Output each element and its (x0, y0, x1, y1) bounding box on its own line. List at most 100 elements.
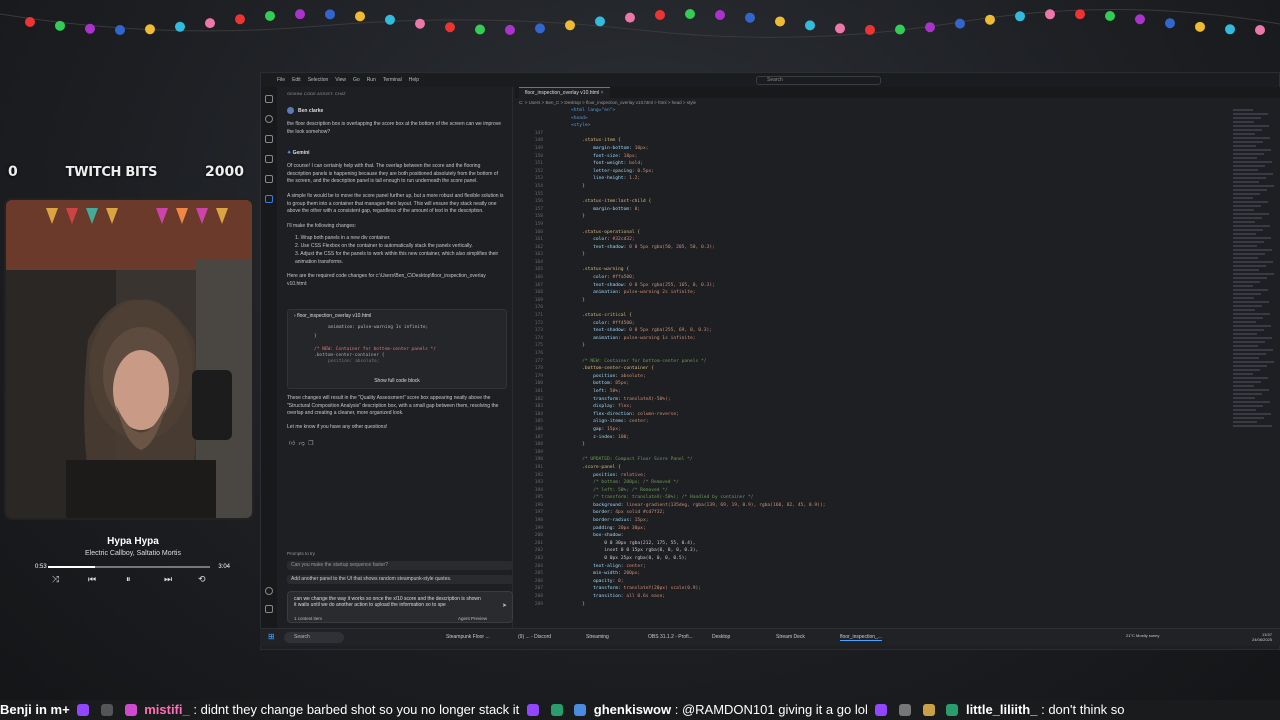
gemini-icon[interactable] (265, 195, 273, 203)
code-line[interactable]: 209 } (515, 601, 1235, 609)
code-line[interactable]: 175 } (515, 342, 1235, 350)
track-progress[interactable] (48, 566, 210, 568)
code-line[interactable]: 188 } (515, 441, 1235, 449)
code-line[interactable]: 172 color: #ff4500; (515, 320, 1235, 328)
code-line[interactable]: 158 } (515, 213, 1235, 221)
breadcrumb[interactable]: C: > Users > Ben_C > Desktop > floor_ins… (519, 100, 696, 105)
code-line[interactable]: 181 left: 50%; (515, 388, 1235, 396)
editor-tab[interactable]: floor_inspection_overlay v10.html × (519, 87, 610, 98)
code-line[interactable]: 160 .status-operational { (515, 229, 1235, 237)
close-icon[interactable]: × (601, 90, 604, 96)
code-line[interactable]: 156 .status-item:last-child { (515, 198, 1235, 206)
show-full-code-button[interactable]: Show full code block (288, 378, 506, 384)
code-line[interactable]: 152 letter-spacing: 0.5px; (515, 168, 1235, 176)
weather-widget[interactable]: 21°C Mostly sunny (1126, 633, 1159, 638)
code-line[interactable]: 177 /* NEW: Container for bottom-center … (515, 358, 1235, 366)
code-line[interactable]: 189 (515, 449, 1235, 457)
code-line[interactable]: 155 (515, 191, 1235, 199)
code-line[interactable]: 167 text-shadow: 0 0 5px rgba(255, 165, … (515, 282, 1235, 290)
context-items[interactable]: 1 context item (294, 616, 322, 621)
code-line[interactable]: 202 inset 0 0 15px rgba(0, 0, 0, 0.3), (515, 547, 1235, 555)
code-line[interactable]: 205 min-width: 200px; (515, 570, 1235, 578)
code-line[interactable]: 159 (515, 221, 1235, 229)
taskbar-app[interactable]: Streaming (586, 634, 609, 640)
code-line[interactable]: 197 border: 4px solid #cd7f32; (515, 509, 1235, 517)
agent-mode-toggle[interactable]: Agent Preview (458, 616, 487, 621)
code-line[interactable]: 174 animation: pulse-warning 1s infinite… (515, 335, 1235, 343)
send-icon[interactable]: ➤ (502, 602, 507, 609)
thumbs-up-icon[interactable]: 👍︎ (289, 441, 295, 447)
pause-icon[interactable]: ⏸ (126, 574, 131, 585)
code-line[interactable]: 161 color: #32cd32; (515, 236, 1235, 244)
code-line[interactable]: 195 /* transform: translateX(-50%); /* H… (515, 494, 1235, 502)
code-line[interactable]: 192 position: relative; (515, 472, 1235, 480)
taskbar-clock[interactable]: 13:57 24/08/2025 (1252, 632, 1272, 642)
menu-run[interactable]: Run (367, 77, 376, 83)
shuffle-icon[interactable]: ⤨ (52, 574, 59, 585)
menu-file[interactable]: File (277, 77, 285, 83)
menu-edit[interactable]: Edit (292, 77, 301, 83)
code-line[interactable]: 194 /* left: 50%; /* Removed */ (515, 487, 1235, 495)
code-line[interactable]: 182 transform: translateX(-50%); (515, 396, 1235, 404)
taskbar-app[interactable]: (9) ... - Discord (518, 634, 551, 640)
minimap[interactable] (1233, 107, 1275, 587)
gear-icon[interactable] (265, 605, 273, 613)
code-line[interactable]: 150 font-size: 18px; (515, 153, 1235, 161)
code-line[interactable]: 183 display: flex; (515, 403, 1235, 411)
taskbar-app[interactable]: OBS 31.1.2 - Profi... (648, 634, 693, 640)
windows-icon[interactable]: ⊞ (268, 632, 275, 641)
code-line[interactable]: 180 bottom: 85px; (515, 380, 1235, 388)
code-line[interactable]: 184 flex-direction: column-reverse; (515, 411, 1235, 419)
code-line[interactable]: 165 .status-warning { (515, 266, 1235, 274)
code-line[interactable]: 169 } (515, 297, 1235, 305)
taskbar-app[interactable]: Stream Deck (776, 634, 805, 640)
search-icon[interactable] (265, 115, 273, 123)
code-line[interactable]: 168 animation: pulse-warning 2s infinite… (515, 289, 1235, 297)
code-line[interactable]: 166 color: #ffa500; (515, 274, 1235, 282)
code-line[interactable]: 157 margin-bottom: 0; (515, 206, 1235, 214)
extensions-icon[interactable] (265, 175, 273, 183)
code-line[interactable]: 154 } (515, 183, 1235, 191)
code-line[interactable]: 151 font-weight: bold; (515, 160, 1235, 168)
code-line[interactable]: 190 /* UPDATED: Compact Floor Score Pane… (515, 456, 1235, 464)
menu-go[interactable]: Go (353, 77, 360, 83)
code-line[interactable]: 200 box-shadow: (515, 532, 1235, 540)
menu-selection[interactable]: Selection (308, 77, 329, 83)
taskbar-search[interactable]: Search (284, 632, 344, 643)
code-line[interactable]: 170 (515, 304, 1235, 312)
code-line[interactable]: 149 margin-bottom: 10px; (515, 145, 1235, 153)
code-line[interactable]: 173 text-shadow: 0 0 5px rgba(255, 69, 0… (515, 327, 1235, 335)
code-line[interactable]: 176 (515, 350, 1235, 358)
code-line[interactable]: 178 .bottom-center-container { (515, 365, 1235, 373)
previous-icon[interactable]: ⏮ (88, 574, 96, 585)
code-area[interactable]: <html lang="en"> <head> <style> 147 148 .sta… (515, 107, 1235, 627)
menu-terminal[interactable]: Terminal (383, 77, 402, 83)
code-line[interactable]: 198 border-radius: 15px; (515, 517, 1235, 525)
taskbar-app[interactable]: Steampunk Floor ... (446, 634, 490, 640)
code-line[interactable]: 185 align-items: center; (515, 418, 1235, 426)
code-line[interactable]: 206 opacity: 0; (515, 578, 1235, 586)
copy-icon[interactable]: ❐ (308, 441, 313, 447)
code-line[interactable]: 171 .status-critical { (515, 312, 1235, 320)
code-line[interactable]: 162 text-shadow: 0 0 5px rgba(50, 205, 5… (515, 244, 1235, 252)
code-line[interactable]: 199 padding: 20px 30px; (515, 525, 1235, 533)
chat-input[interactable]: can we change the way it works so once t… (287, 591, 513, 623)
code-line[interactable]: 207 transform: translateY(20px) scale(0.… (515, 585, 1235, 593)
thumbs-down-icon[interactable]: 👎︎ (299, 441, 305, 447)
chat-input-text[interactable]: can we change the way it works so once t… (294, 596, 484, 608)
code-line[interactable]: 203 0 0px 25px rgba(0, 0, 0, 0.5); (515, 555, 1235, 563)
code-line[interactable]: 147 (515, 130, 1235, 138)
menu-help[interactable]: Help (409, 77, 419, 83)
taskbar-app[interactable]: Desktop (712, 634, 730, 640)
code-line[interactable]: 163 } (515, 251, 1235, 259)
code-line[interactable]: 179 position: absolute; (515, 373, 1235, 381)
code-line[interactable]: <head> (515, 115, 1235, 123)
suggested-prompt[interactable]: Can you make the startup sequence faster… (287, 561, 513, 570)
next-icon[interactable]: ⏭ (164, 574, 172, 585)
code-line[interactable]: 191 .score-panel { (515, 464, 1235, 472)
code-line[interactable]: 187 z-index: 100; (515, 434, 1235, 442)
account-icon[interactable] (265, 587, 273, 595)
taskbar-app-active[interactable]: floor_inspection_... (840, 634, 882, 641)
repeat-icon[interactable]: ⟲ (198, 574, 206, 585)
menu-view[interactable]: View (335, 77, 346, 83)
